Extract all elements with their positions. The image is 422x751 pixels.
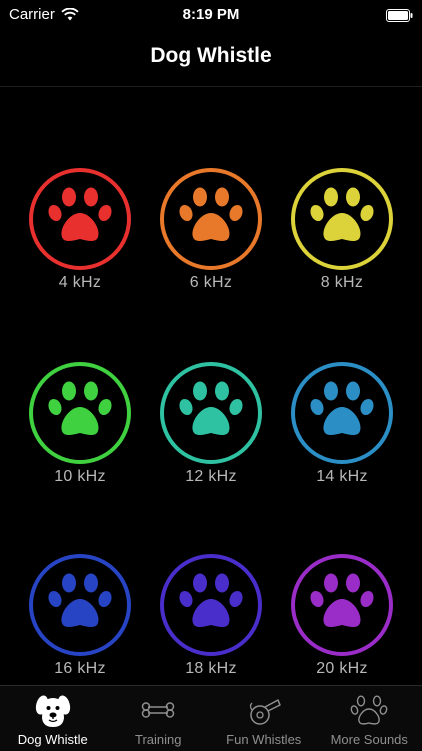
tab-training[interactable]: Training xyxy=(106,686,212,751)
whistle-button-2[interactable]: 6 kHz xyxy=(151,167,271,297)
tab-label: Dog Whistle xyxy=(18,732,88,747)
whistle-grid: 4 kHz 6 kHz 8 kHz 10 kHz 12 kHz 14 kHz 16 kHz 1… xyxy=(0,87,422,685)
whistle-button-9[interactable]: 20 kHz xyxy=(282,553,402,683)
whistle-button-3[interactable]: 8 kHz xyxy=(282,167,402,297)
status-bar: Carrier 8:19 PM xyxy=(0,0,422,32)
tab-bar: Dog Whistle Training Fun Whistles More S… xyxy=(0,685,422,751)
paw-icon xyxy=(290,167,394,276)
paw-icon xyxy=(159,553,263,662)
paw-icon xyxy=(290,361,394,470)
tab-fun-whistles[interactable]: Fun Whistles xyxy=(211,686,317,751)
frequency-label: 16 kHz xyxy=(54,660,106,678)
frequency-label: 8 kHz xyxy=(321,274,363,292)
battery-icon xyxy=(386,9,413,22)
frequency-label: 12 kHz xyxy=(185,468,237,486)
frequency-label: 14 kHz xyxy=(316,468,368,486)
whistle-button-5[interactable]: 12 kHz xyxy=(151,361,271,491)
paw-icon xyxy=(28,361,132,470)
page-title: Dog Whistle xyxy=(0,44,422,68)
tab-label: Training xyxy=(135,732,181,747)
status-time: 8:19 PM xyxy=(0,6,422,23)
whistle-button-1[interactable]: 4 kHz xyxy=(20,167,140,297)
frequency-label: 6 kHz xyxy=(190,274,232,292)
paw-icon xyxy=(28,553,132,662)
bone-icon xyxy=(138,690,178,730)
frequency-label: 4 kHz xyxy=(59,274,101,292)
paw-icon xyxy=(28,167,132,276)
navigation-bar: Dog Whistle xyxy=(0,32,422,87)
paw-icon xyxy=(349,690,389,730)
whistle-icon xyxy=(244,690,284,730)
paw-icon xyxy=(159,361,263,470)
dog-face-icon xyxy=(33,690,73,730)
frequency-label: 20 kHz xyxy=(316,660,368,678)
tab-label: More Sounds xyxy=(331,732,408,747)
tab-label: Fun Whistles xyxy=(226,732,301,747)
whistle-button-6[interactable]: 14 kHz xyxy=(282,361,402,491)
paw-icon xyxy=(159,167,263,276)
tab-dog-whistle[interactable]: Dog Whistle xyxy=(0,686,106,751)
whistle-button-8[interactable]: 18 kHz xyxy=(151,553,271,683)
paw-icon xyxy=(290,553,394,662)
frequency-label: 10 kHz xyxy=(54,468,106,486)
frequency-label: 18 kHz xyxy=(185,660,237,678)
whistle-button-4[interactable]: 10 kHz xyxy=(20,361,140,491)
whistle-button-7[interactable]: 16 kHz xyxy=(20,553,140,683)
tab-more-sounds[interactable]: More Sounds xyxy=(317,686,422,751)
